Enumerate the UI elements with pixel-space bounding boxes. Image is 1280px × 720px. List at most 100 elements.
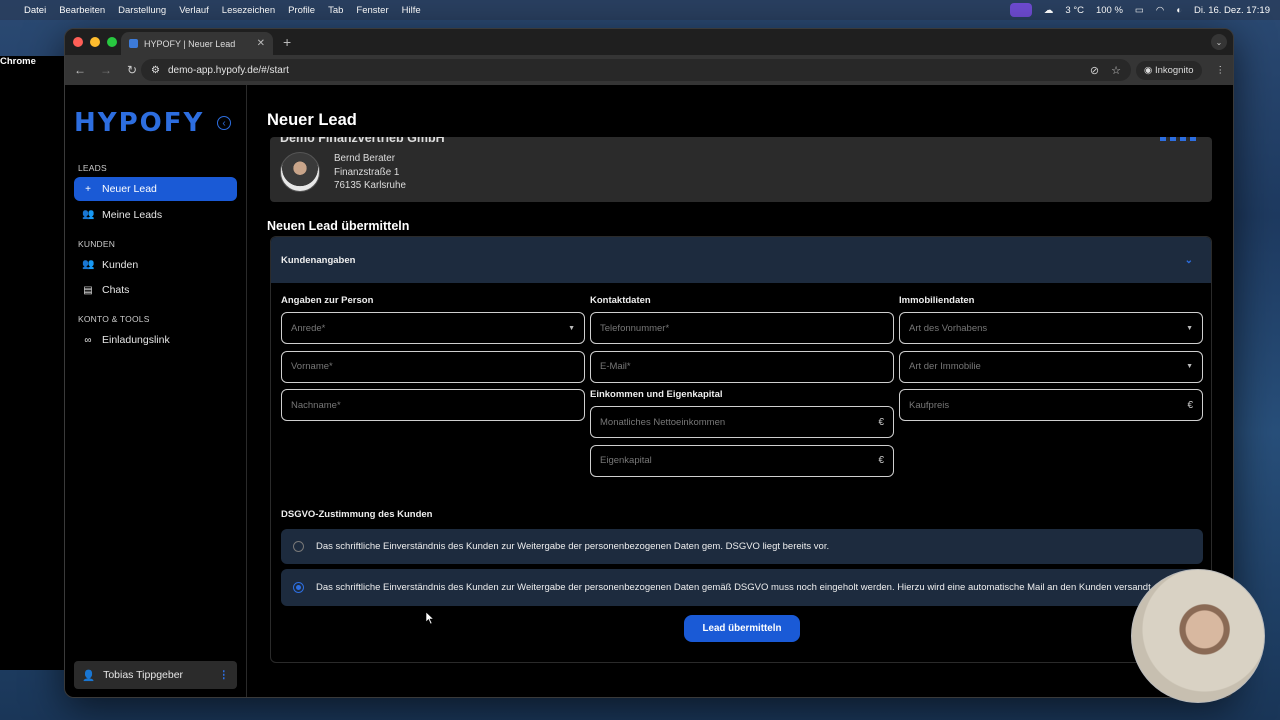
column-immobilie: Immobiliendaten Art des Vorhabens ▼ Art … (899, 295, 1203, 428)
kebab-menu-icon[interactable]: ⋮ (1216, 65, 1226, 76)
browser-tab[interactable]: HYPOFY | Neuer Lead ✕ (121, 32, 273, 55)
menu-verlauf[interactable]: Verlauf (179, 5, 209, 16)
menubar-status-area: ☁ 3 °C 100 % ▭ ◠ ◐ Di. 16. Dez. 17:19 (1009, 3, 1270, 17)
vorname-input[interactable]: Vorname* (281, 350, 585, 383)
tab-search-chevron-icon[interactable]: ⌄ (1211, 34, 1227, 50)
vorname-placeholder: Vorname* (291, 361, 333, 372)
email-input[interactable]: E-Mail* (590, 350, 894, 383)
eigenkapital-input[interactable]: Eigenkapital € (590, 444, 894, 477)
mouse-cursor-icon (426, 612, 434, 624)
advisor-card: Demo Finanzvertrieb GmbH Bernd Berater F… (270, 137, 1212, 202)
caret-down-icon: ▼ (1186, 324, 1193, 332)
site-info-icon[interactable]: ⚙ (151, 65, 160, 76)
menubar-clock[interactable]: Di. 16. Dez. 17:19 (1194, 5, 1270, 16)
column-person: Angaben zur Person Anrede* ▼ Vorname* Na… (281, 295, 585, 428)
user-menu[interactable]: 👤 Tobias Tippgeber ⋮ (74, 661, 237, 689)
menu-profile[interactable]: Profile (288, 5, 315, 16)
zoom-window-button[interactable] (107, 37, 117, 47)
weather-text[interactable]: 3 °C (1065, 5, 1084, 16)
nettoeinkommen-input[interactable]: Monatliches Nettoeinkommen € (590, 406, 894, 438)
battery-icon[interactable]: ▭ (1135, 5, 1144, 16)
url-text[interactable]: demo-app.hypofy.de/#/start (168, 65, 289, 76)
battery-text[interactable]: 100 % (1096, 5, 1123, 16)
kaufpreis-input[interactable]: Kaufpreis € (899, 389, 1203, 421)
macos-menubar: Chrome Datei Bearbeiten Darstellung Verl… (0, 0, 1280, 670)
menu-datei[interactable]: Datei (24, 5, 46, 16)
euro-suffix: € (878, 416, 884, 428)
section-kunden: KUNDEN (78, 238, 116, 249)
dsgvo-option-2[interactable]: Das schriftliche Einverständnis des Kund… (281, 569, 1203, 606)
vorhaben-placeholder: Art des Vorhabens (909, 322, 988, 334)
menu-lesezeichen[interactable]: Lesezeichen (222, 5, 275, 16)
address-bar[interactable]: ⚙ demo-app.hypofy.de/#/start ⊘ ☆ (141, 59, 1131, 81)
window-controls (65, 37, 117, 47)
sidebar-item-meine-leads[interactable]: 👥 Meine Leads (74, 203, 237, 227)
control-center-icon[interactable]: ◐ (1176, 5, 1182, 16)
tab-title: HYPOFY | Neuer Lead (144, 38, 236, 49)
section-leads: LEADS (78, 163, 107, 173)
tab-close-icon[interactable]: ✕ (257, 38, 265, 49)
close-window-button[interactable] (73, 37, 83, 47)
browser-toolbar: ← → ↻ ⚙ demo-app.hypofy.de/#/start ⊘ ☆ ◉… (65, 55, 1233, 85)
euro-suffix: € (1187, 399, 1193, 411)
eigenkapital-placeholder: Eigenkapital (600, 455, 652, 466)
sidebar-item-einladungslink[interactable]: ∞ Einladungslink (74, 328, 237, 352)
section-konto-tools: KONTO & TOOLS (78, 314, 150, 324)
radio-button[interactable] (293, 541, 304, 552)
immobilie-placeholder: Art der Immobilie (909, 361, 981, 372)
sidebar-collapse-icon[interactable]: ‹ (217, 116, 231, 130)
forward-arrow-icon[interactable]: → (99, 63, 113, 77)
advisor-details: Bernd Berater Finanzstraße 1 76135 Karls… (334, 152, 406, 193)
form-title: Neuen Lead übermitteln (267, 219, 410, 233)
wifi-icon[interactable]: ◠ (1156, 5, 1164, 16)
sidebar-item-kunden[interactable]: 👥 Kunden (74, 253, 237, 277)
minimize-window-button[interactable] (90, 37, 100, 47)
sidebar-item-label: Einladungslink (102, 334, 170, 346)
dsgvo-option-1[interactable]: Das schriftliche Einverständnis des Kund… (281, 529, 1203, 564)
sidebar-item-label: Meine Leads (102, 208, 163, 221)
chevron-down-icon[interactable]: ⌄ (1185, 255, 1193, 266)
menu-hilfe[interactable]: Hilfe (402, 5, 421, 16)
bookmark-star-icon[interactable]: ☆ (1111, 64, 1121, 77)
incognito-icon: ◉ (1144, 64, 1155, 76)
telefon-input[interactable]: Telefonnummer* (590, 312, 894, 344)
nachname-input[interactable]: Nachname* (281, 389, 585, 421)
user-more-icon[interactable]: ⋮ (219, 669, 230, 681)
advisor-city: 76135 Karlsruhe (334, 180, 406, 191)
sidebar-item-chats[interactable]: ▤ Chats (74, 278, 237, 302)
caret-down-icon: ▼ (568, 324, 575, 332)
user-icon: 👤 (82, 669, 96, 682)
vorhaben-select[interactable]: Art des Vorhabens ▼ (899, 312, 1203, 344)
radio-button-selected[interactable] (293, 582, 304, 593)
column-kontakt: Kontaktdaten Telefonnummer* E-Mail* Eink… (590, 295, 894, 483)
anrede-select[interactable]: Anrede* ▼ (281, 312, 585, 344)
accordion-title: Kundenangaben (281, 254, 356, 266)
hypofy-favicon-icon (129, 39, 138, 48)
submit-lead-button[interactable]: Lead übermitteln (684, 615, 800, 642)
nachname-placeholder: Nachname* (291, 399, 341, 411)
accordion-kundenangaben[interactable]: Kundenangaben ⌄ (271, 237, 1211, 283)
kaufpreis-placeholder: Kaufpreis (909, 399, 950, 411)
advisor-company: Demo Finanzvertrieb GmbH (280, 137, 445, 145)
menu-bearbeiten[interactable]: Bearbeiten (59, 5, 105, 16)
lead-form-card: Kundenangaben ⌄ Angaben zur Person Anred… (270, 236, 1212, 663)
menu-tab[interactable]: Tab (328, 5, 343, 16)
sidebar-item-neuer-lead[interactable]: + Neuer Lead (74, 177, 237, 201)
advisor-avatar (280, 152, 320, 192)
menu-darstellung[interactable]: Darstellung (118, 5, 166, 16)
caret-down-icon: ▼ (1186, 363, 1193, 370)
reload-icon[interactable]: ↻ (125, 63, 139, 77)
back-arrow-icon[interactable]: ← (73, 63, 87, 77)
plus-icon: + (85, 183, 91, 195)
menu-fenster[interactable]: Fenster (356, 5, 388, 16)
tab-bar: HYPOFY | Neuer Lead ✕ + ⌄ (65, 29, 1233, 55)
incognito-badge[interactable]: ◉ Inkognito (1136, 60, 1202, 80)
immobilie-select[interactable]: Art der Immobilie ▼ (899, 350, 1203, 383)
new-tab-button[interactable]: + (283, 34, 291, 50)
eye-slash-icon[interactable]: ⊘ (1090, 64, 1099, 77)
logo-row: HYPOFY ‹ (74, 107, 237, 139)
cloud-icon[interactable]: ☁ (1044, 5, 1054, 16)
hypofy-logo[interactable]: HYPOFY (74, 108, 204, 138)
link-icon: ∞ (84, 334, 92, 346)
screen-recorder-icon[interactable] (1009, 3, 1032, 17)
